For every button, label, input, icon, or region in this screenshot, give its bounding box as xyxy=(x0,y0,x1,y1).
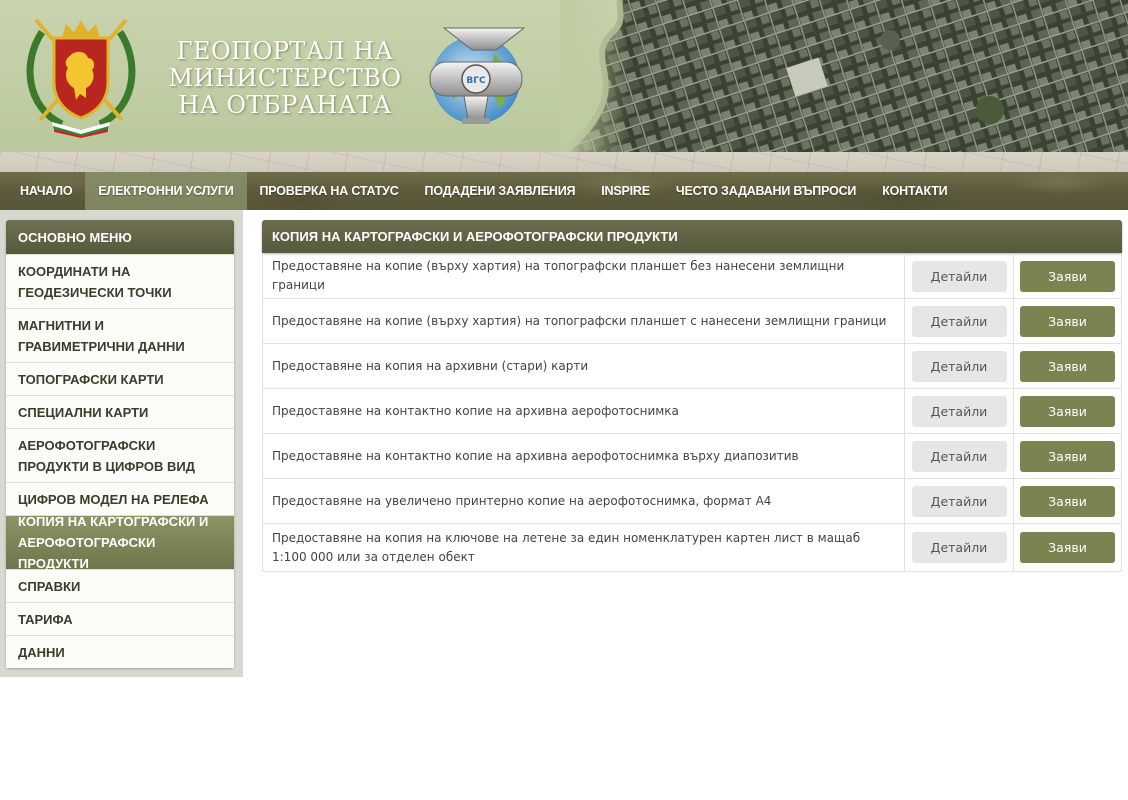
apply-button[interactable]: Заяви xyxy=(1020,350,1115,382)
table-row: Предоставяне на копие (върху хартия) на … xyxy=(263,299,1121,344)
nav-item-inspire[interactable]: INSPIRE xyxy=(588,172,663,210)
sidebar-item-digital-aerophoto-products[interactable]: АЕРОФОТОГРАФСКИ ПРОДУКТИ В ЦИФРОВ ВИД xyxy=(6,428,234,482)
table-row: Предоставяне на контактно копие на архив… xyxy=(263,434,1121,479)
service-name: Предоставяне на контактно копие на архив… xyxy=(263,434,905,478)
site-title: ГЕОПОРТАЛ НА МИНИСТЕРСТВО НА ОТБРАНАТА xyxy=(160,38,410,119)
service-name: Предоставяне на копие (върху хартия) на … xyxy=(263,299,905,343)
table-row: Предоставяне на копие (върху хартия) на … xyxy=(263,254,1121,299)
details-button[interactable]: Детайли xyxy=(911,440,1007,472)
table-row: Предоставяне на копия на ключове на лете… xyxy=(263,524,1121,572)
nav-item-check-status[interactable]: ПРОВЕРКА НА СТАТУС xyxy=(247,172,412,210)
header-map-strip xyxy=(0,152,1128,172)
nav-item-contacts[interactable]: КОНТАКТИ xyxy=(869,172,960,210)
apply-button[interactable]: Заяви xyxy=(1020,532,1115,563)
details-button[interactable]: Детайли xyxy=(911,532,1007,563)
sidebar-item-magnetic-gravimetric-data[interactable]: МАГНИТНИ И ГРАВИМЕТРИЧНИ ДАННИ xyxy=(6,308,234,362)
service-name: Предоставяне на копие (върху хартия) на … xyxy=(263,254,905,298)
details-button[interactable]: Детайли xyxy=(911,260,1007,292)
service-name: Предоставяне на копия на архивни (стари)… xyxy=(263,344,905,388)
apply-button[interactable]: Заяви xyxy=(1020,485,1115,517)
sidebar-item-topographic-maps[interactable]: ТОПОГРАФСКИ КАРТИ xyxy=(6,362,234,395)
apply-button[interactable]: Заяви xyxy=(1020,440,1115,472)
coat-of-arms-logo xyxy=(26,18,136,138)
site-title-line-2: МИНИСТЕРСТВО xyxy=(168,64,402,92)
sidebar-title: ОСНОВНО МЕНЮ xyxy=(6,220,234,254)
table-row: Предоставяне на контактно копие на архив… xyxy=(263,389,1121,434)
details-button[interactable]: Детайли xyxy=(911,305,1007,337)
main-menu-sidebar: ОСНОВНО МЕНЮ КООРДИНАТИ НА ГЕОДЕЗИЧЕСКИ … xyxy=(6,220,234,668)
services-table: Предоставяне на копие (върху хартия) на … xyxy=(262,254,1122,572)
nav-item-submitted-applications[interactable]: ПОДАДЕНИ ЗАЯВЛЕНИЯ xyxy=(412,172,589,210)
details-button[interactable]: Детайли xyxy=(911,395,1007,427)
sidebar-item-data[interactable]: ДАННИ xyxy=(6,635,234,668)
apply-button[interactable]: Заяви xyxy=(1020,305,1115,337)
site-title-line-1: ГЕОПОРТАЛ НА xyxy=(176,37,394,65)
vgs-logo: ВГС xyxy=(429,27,526,124)
service-name: Предоставяне на увеличено принтерно копи… xyxy=(263,479,905,523)
apply-button[interactable]: Заяви xyxy=(1020,395,1115,427)
nav-item-home[interactable]: НАЧАЛО xyxy=(7,172,85,210)
site-header: ГЕОПОРТАЛ НА МИНИСТЕРСТВО НА ОТБРАНАТА В… xyxy=(0,0,1128,172)
sidebar-item-tariff[interactable]: ТАРИФА xyxy=(6,602,234,635)
nav-item-e-services[interactable]: ЕЛЕКТРОННИ УСЛУГИ xyxy=(85,172,247,210)
aerial-map-image xyxy=(560,0,1128,156)
table-row: Предоставяне на увеличено принтерно копи… xyxy=(263,479,1121,524)
sidebar-item-geodetic-coordinates[interactable]: КООРДИНАТИ НА ГЕОДЕЗИЧЕСКИ ТОЧКИ xyxy=(6,254,234,308)
details-button[interactable]: Детайли xyxy=(911,485,1007,517)
table-row: Предоставяне на копия на архивни (стари)… xyxy=(263,344,1121,389)
apply-button[interactable]: Заяви xyxy=(1020,260,1115,292)
content-title: КОПИЯ НА КАРТОГРАФСКИ И АЕРОФОТОГРАФСКИ … xyxy=(262,220,1122,253)
site-title-line-3: НА ОТБРАНАТА xyxy=(178,91,392,119)
vgs-logo-text: ВГС xyxy=(466,76,486,86)
sidebar-item-special-maps[interactable]: СПЕЦИАЛНИ КАРТИ xyxy=(6,395,234,428)
main-navigation: НАЧАЛО ЕЛЕКТРОННИ УСЛУГИ ПРОВЕРКА НА СТА… xyxy=(0,172,1128,210)
service-name: Предоставяне на контактно копие на архив… xyxy=(263,389,905,433)
service-name: Предоставяне на копия на ключове на лете… xyxy=(263,524,905,571)
sidebar-item-copies-of-products[interactable]: КОПИЯ НА КАРТОГРАФСКИ И АЕРОФОТОГРАФСКИ … xyxy=(6,514,234,571)
details-button[interactable]: Детайли xyxy=(911,350,1007,382)
nav-item-faq[interactable]: ЧЕСТО ЗАДАВАНИ ВЪПРОСИ xyxy=(663,172,869,210)
